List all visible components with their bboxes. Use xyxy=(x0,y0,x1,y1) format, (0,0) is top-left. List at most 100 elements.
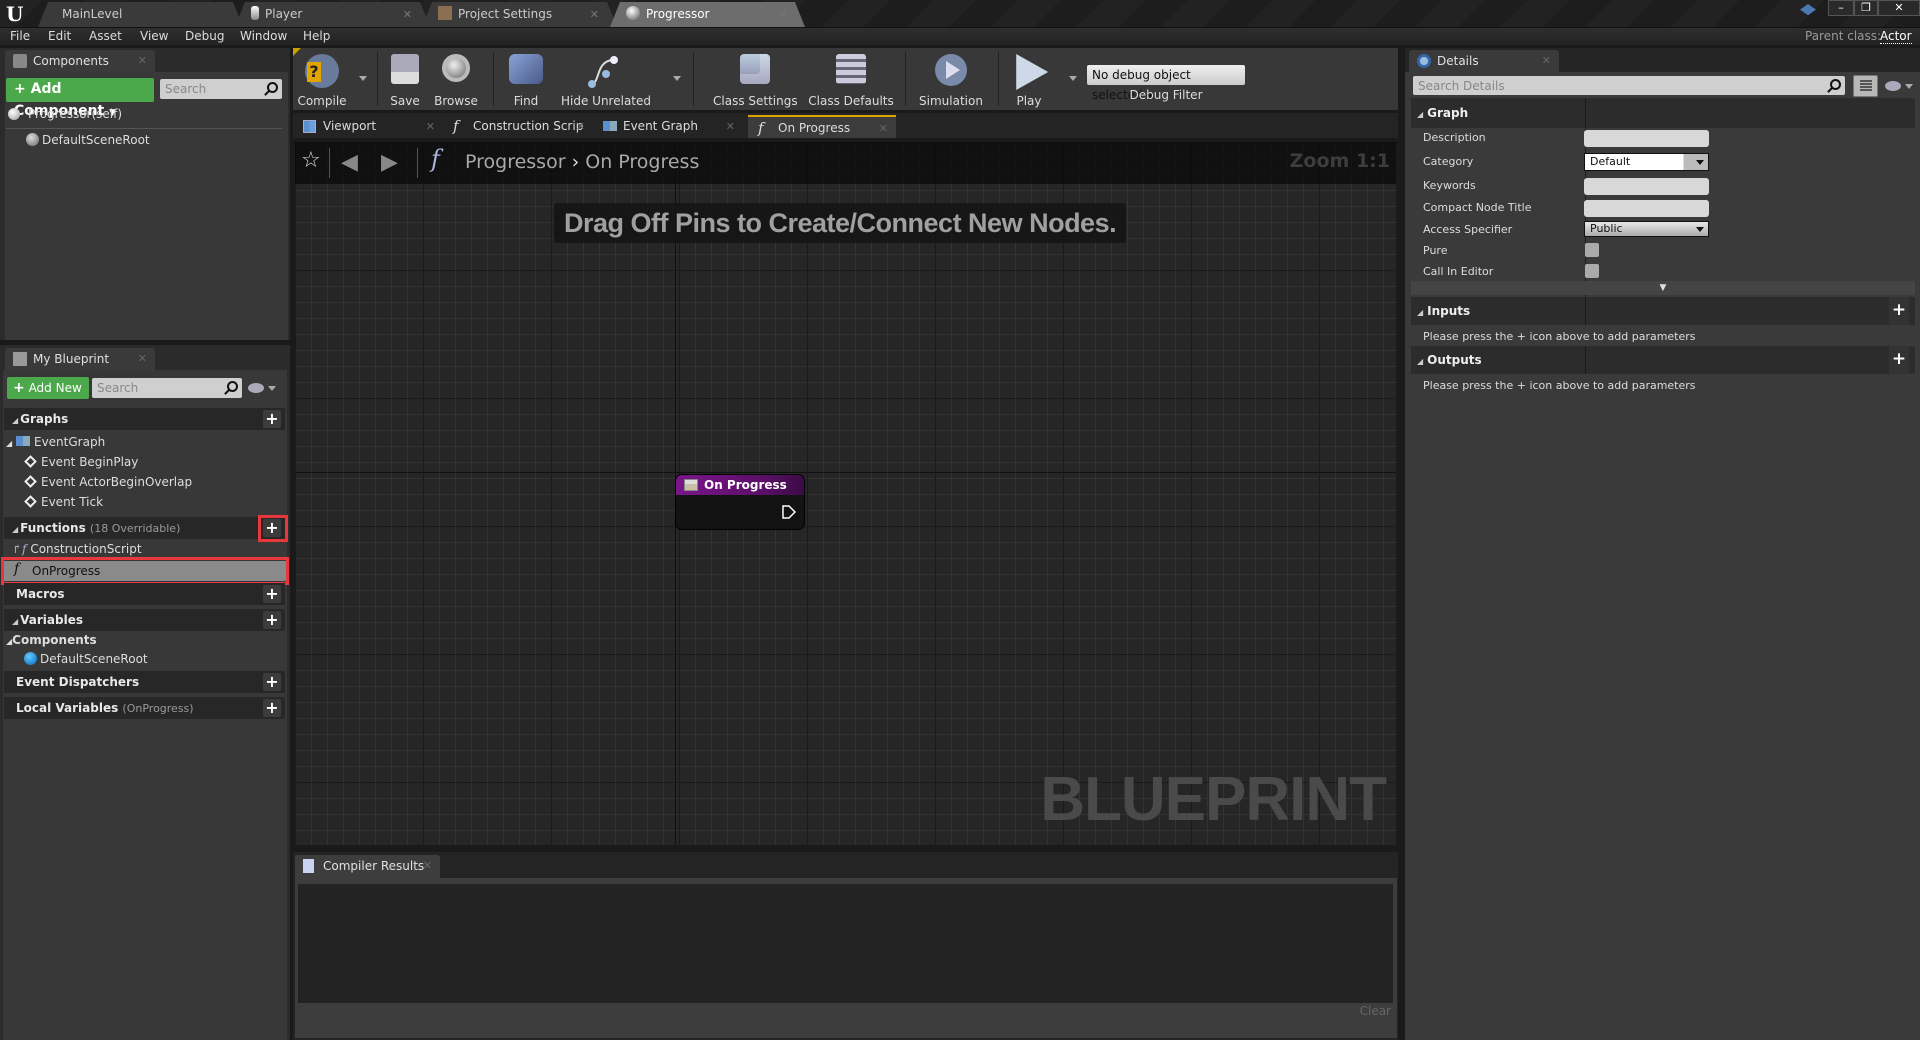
add-component-button[interactable]: + Add Component ▼ xyxy=(6,78,154,119)
my-blueprint-search-input[interactable]: Search xyxy=(92,378,242,398)
class-settings-button[interactable]: Class Settings xyxy=(713,48,798,110)
graph-item-event-beginplay[interactable]: Event BeginPlay xyxy=(24,455,138,469)
favorite-star-icon[interactable]: ☆ xyxy=(301,148,321,173)
tab-on-progress[interactable]: f On Progress ✕ xyxy=(748,115,896,138)
tab-mainlevel[interactable]: MainLevel xyxy=(38,2,243,27)
close-tab-icon[interactable]: ✕ xyxy=(590,2,599,27)
function-item-constructionscript[interactable]: ↱f ConstructionScript xyxy=(12,542,142,556)
section-functions[interactable]: ◢ Functions (18 Overridable) + xyxy=(4,517,285,539)
graph-item-eventgraph[interactable]: ◢ EventGraph xyxy=(6,435,105,449)
menu-view[interactable]: View xyxy=(140,29,168,43)
section-event-dispatchers[interactable]: Event Dispatchers + xyxy=(4,671,285,693)
pure-checkbox[interactable] xyxy=(1585,243,1599,257)
section-graph[interactable]: ◢ Graph xyxy=(1411,98,1915,128)
compile-button[interactable]: ? Compile xyxy=(295,48,349,110)
simulation-button[interactable]: Simulation xyxy=(915,48,987,110)
close-tab-icon[interactable]: ✕ xyxy=(879,117,888,140)
parent-class-link[interactable]: Actor xyxy=(1880,29,1912,44)
details-tab[interactable]: Details ✕ xyxy=(1409,50,1559,72)
function-entry-node[interactable]: On Progress xyxy=(676,475,804,529)
chevron-down-icon[interactable] xyxy=(1905,84,1913,89)
tab-project-settings[interactable]: Project Settings ✕ xyxy=(422,2,617,27)
learn-cap-icon[interactable] xyxy=(1800,4,1816,16)
play-options-chevron-icon[interactable] xyxy=(1069,76,1077,81)
close-tab-icon[interactable]: ✕ xyxy=(576,115,585,138)
close-tab-icon[interactable]: ✕ xyxy=(726,115,735,138)
tab-player[interactable]: Player ✕ xyxy=(235,2,430,27)
my-blueprint-tab[interactable]: My Blueprint ✕ xyxy=(5,348,155,370)
browse-button[interactable]: Browse xyxy=(431,48,481,110)
menu-edit[interactable]: Edit xyxy=(48,29,71,43)
compile-options-chevron-icon[interactable] xyxy=(359,76,367,81)
close-tab-icon[interactable]: ✕ xyxy=(138,348,147,370)
access-specifier-combo[interactable]: Public xyxy=(1584,221,1709,237)
component-variable-defaultsceneroot[interactable]: DefaultSceneRoot xyxy=(24,652,148,666)
description-input[interactable] xyxy=(1584,130,1709,147)
section-local-variables[interactable]: Local Variables (OnProgress) + xyxy=(4,697,285,719)
breadcrumb-root[interactable]: Progressor xyxy=(465,151,566,173)
debug-object-select[interactable]: No debug object selected ▼ xyxy=(1087,65,1245,102)
add-variable-button[interactable]: + xyxy=(263,611,281,629)
compact-node-title-input[interactable] xyxy=(1584,200,1709,217)
blueprint-graph-canvas[interactable]: ☆ ◀ ▶ f Progressor › On Progress Zoom 1:… xyxy=(293,140,1398,847)
graph-item-event-actorbeginoverlap[interactable]: Event ActorBeginOverlap xyxy=(24,475,192,489)
menu-debug[interactable]: Debug xyxy=(185,29,224,43)
class-defaults-button[interactable]: Class Defaults xyxy=(808,48,894,110)
restore-button[interactable]: ❐ xyxy=(1854,0,1878,16)
property-matrix-button[interactable] xyxy=(1853,75,1878,97)
section-outputs[interactable]: ◢ Outputs + xyxy=(1411,346,1915,374)
section-macros[interactable]: Macros + xyxy=(4,583,285,605)
section-inputs[interactable]: ◢ Inputs + xyxy=(1411,297,1915,325)
menu-file[interactable]: File xyxy=(10,29,30,43)
add-new-button[interactable]: + Add New ▼ xyxy=(7,377,89,416)
minimize-button[interactable]: – xyxy=(1828,0,1854,16)
components-tab[interactable]: Components ✕ xyxy=(5,50,155,72)
visibility-eye-icon[interactable] xyxy=(248,383,264,393)
details-search-input[interactable]: Search Details xyxy=(1413,76,1845,95)
tab-progressor[interactable]: Progressor ✕ xyxy=(610,2,805,27)
close-tab-icon[interactable]: ✕ xyxy=(138,50,147,72)
binoculars-icon xyxy=(509,54,543,84)
call-in-editor-checkbox[interactable] xyxy=(1585,264,1599,278)
component-item-self[interactable]: Progressor(self) xyxy=(8,107,122,121)
close-tab-icon[interactable]: ✕ xyxy=(778,2,787,27)
close-button[interactable]: ✕ xyxy=(1878,0,1920,16)
component-item-defaultsceneroot[interactable]: DefaultSceneRoot xyxy=(26,133,150,147)
clear-button[interactable]: Clear xyxy=(1360,1004,1391,1018)
components-search-input[interactable]: Search xyxy=(160,79,282,99)
tab-construction-script[interactable]: f Construction Scrip ✕ xyxy=(443,115,593,138)
compiler-results-tab[interactable]: Compiler Results ✕ xyxy=(295,855,440,878)
exec-output-pin-icon[interactable] xyxy=(782,505,796,519)
hide-unrelated-button[interactable]: Hide Unrelated xyxy=(561,48,651,110)
section-variables[interactable]: ◢ Variables + xyxy=(4,609,285,631)
advanced-expand-icon[interactable]: ▼ xyxy=(1411,281,1915,295)
add-event-dispatcher-button[interactable]: + xyxy=(263,673,281,691)
category-combo[interactable]: Default xyxy=(1584,153,1709,171)
section-graphs[interactable]: ◢ Graphs + xyxy=(4,408,285,430)
tab-event-graph[interactable]: Event Graph ✕ xyxy=(593,115,743,138)
save-button[interactable]: Save xyxy=(383,48,427,110)
menu-asset[interactable]: Asset xyxy=(89,29,122,43)
close-tab-icon[interactable]: ✕ xyxy=(1542,50,1551,72)
find-button[interactable]: Find xyxy=(503,48,549,110)
close-tab-icon[interactable]: ✕ xyxy=(423,855,432,877)
menu-window[interactable]: Window xyxy=(240,29,287,43)
add-graph-button[interactable]: + xyxy=(263,410,281,428)
graph-item-event-tick[interactable]: Event Tick xyxy=(24,495,103,509)
menu-help[interactable]: Help xyxy=(303,29,330,43)
back-arrow-icon[interactable]: ◀ xyxy=(341,150,358,175)
keywords-input[interactable] xyxy=(1584,178,1709,195)
play-button[interactable]: Play xyxy=(1005,48,1053,110)
tab-viewport[interactable]: Viewport ✕ xyxy=(293,115,443,138)
section-components[interactable]: ◢Components xyxy=(6,633,97,647)
add-input-button[interactable]: + xyxy=(1889,297,1909,325)
add-output-button[interactable]: + xyxy=(1889,346,1909,374)
add-local-variable-button[interactable]: + xyxy=(263,699,281,717)
add-macro-button[interactable]: + xyxy=(263,585,281,603)
close-tab-icon[interactable]: ✕ xyxy=(403,2,412,27)
hide-unrelated-options-chevron-icon[interactable] xyxy=(673,76,681,81)
chevron-down-icon[interactable] xyxy=(268,386,276,391)
forward-arrow-icon[interactable]: ▶ xyxy=(381,150,398,175)
visibility-eye-icon[interactable] xyxy=(1885,81,1901,91)
close-tab-icon[interactable]: ✕ xyxy=(426,115,435,138)
